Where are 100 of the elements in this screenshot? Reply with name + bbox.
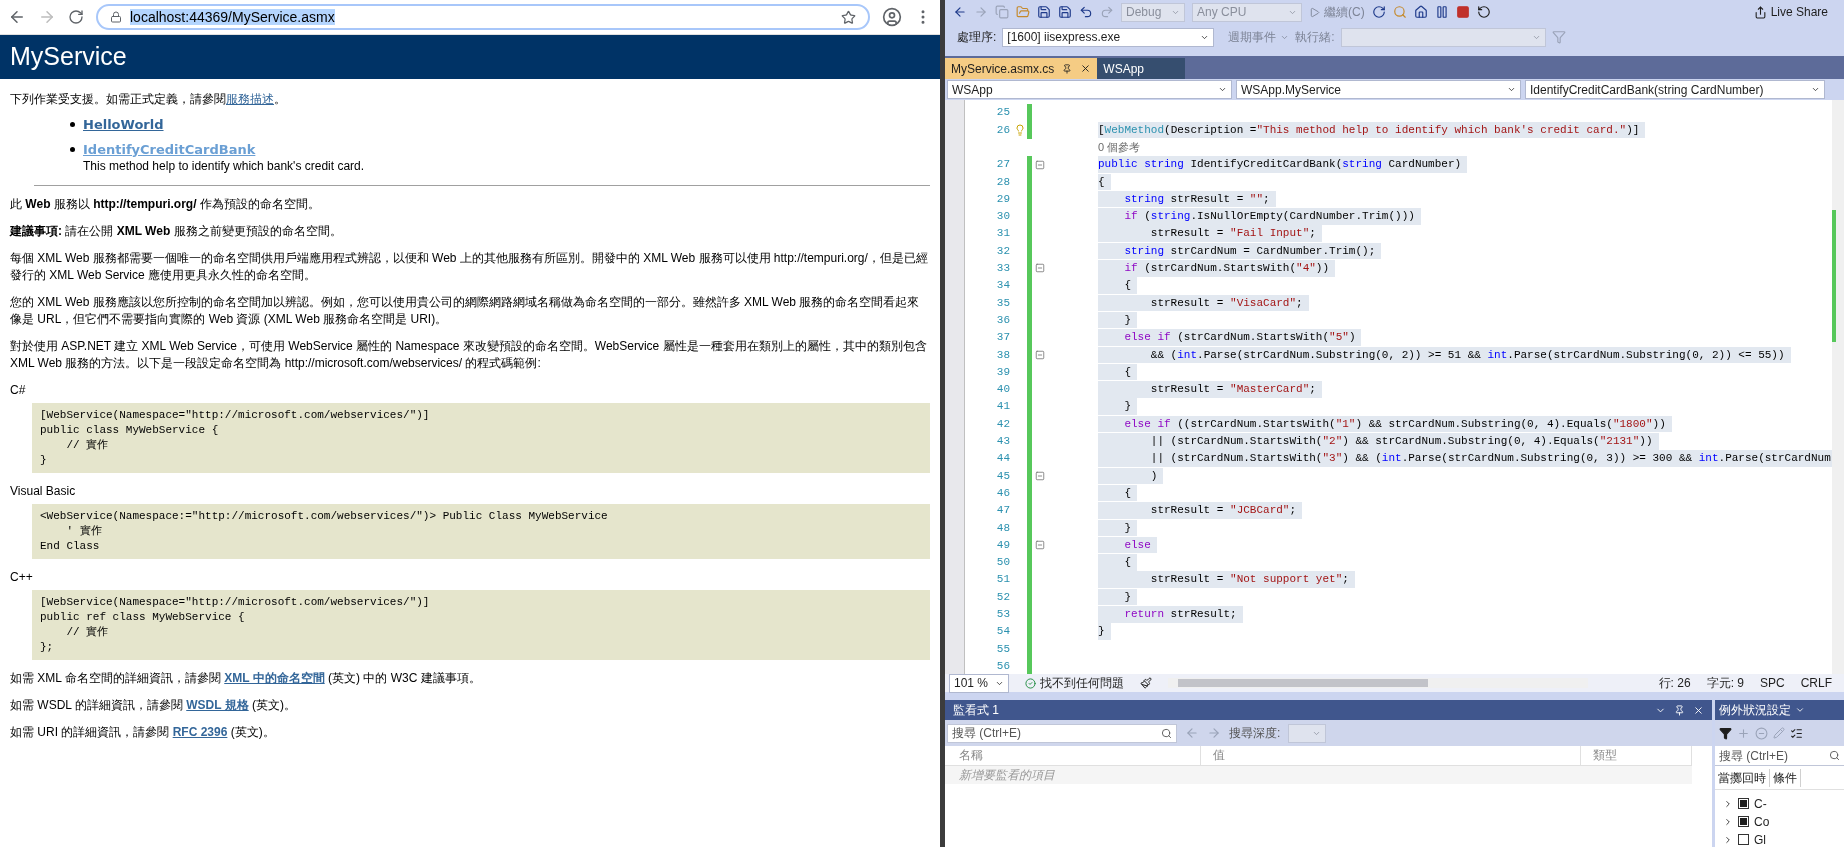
- column-header[interactable]: 類型: [1581, 746, 1692, 765]
- collapse-icon[interactable]: [1035, 470, 1045, 481]
- line-number: 26: [996, 123, 1010, 136]
- save-all-icon[interactable]: [1058, 5, 1072, 19]
- refresh-icon[interactable]: [1371, 5, 1386, 19]
- remove-icon: [1755, 726, 1768, 740]
- line-number: 45: [996, 469, 1010, 482]
- code-sample: [WebService(Namespace="http://microsoft.com/webservices/")] public ref class MyWebService { // 實作 };: [32, 590, 930, 660]
- expand-icon[interactable]: [1723, 834, 1733, 845]
- service-description-link[interactable]: 服務描述: [226, 92, 274, 106]
- column-indicator: 字元: 9: [1706, 675, 1744, 692]
- intro-text: 下列作業受支援。如需正式定義，請參閱服務描述。: [10, 91, 287, 108]
- filter-icon[interactable]: [1719, 726, 1732, 740]
- line-number: 48: [996, 521, 1010, 534]
- process-dropdown[interactable]: [1600] iisexpress.exe: [1002, 27, 1215, 47]
- list-icon[interactable]: [1790, 726, 1803, 740]
- line-number: 30: [996, 210, 1010, 223]
- expand-icon[interactable]: [1723, 816, 1733, 827]
- column-header[interactable]: 名稱: [945, 746, 1201, 765]
- reference-text: 如需 URI 的詳細資訊，請參閱 RFC 2396 (英文)。: [10, 724, 276, 741]
- exception-category[interactable]: C-: [1754, 794, 1767, 813]
- pause-icon[interactable]: [1434, 5, 1449, 19]
- forward-icon: [1207, 726, 1221, 740]
- issues-status[interactable]: 找不到任何問題: [1025, 674, 1124, 692]
- brush-icon[interactable]: [1140, 677, 1152, 689]
- collapse-icon[interactable]: [1035, 349, 1045, 360]
- language-label: C++: [10, 569, 34, 586]
- address-bar[interactable]: localhost:44369/MyService.asmx: [96, 4, 870, 30]
- stop-icon[interactable]: [1455, 5, 1470, 19]
- line-number: 44: [996, 452, 1010, 465]
- edit-icon: [1773, 727, 1785, 739]
- operation-description: This method help to identify which bank's credit card.: [83, 158, 365, 175]
- document-tab[interactable]: WSApp: [1097, 58, 1186, 79]
- exception-checkbox[interactable]: [1738, 834, 1749, 845]
- service-title: MyService: [10, 41, 127, 73]
- navigation-dropdown[interactable]: WSApp.MyService: [1236, 80, 1521, 99]
- close-icon[interactable]: [1080, 63, 1092, 74]
- watch-search-field[interactable]: 搜尋 (Ctrl+E): [947, 723, 1177, 743]
- back-icon[interactable]: [8, 8, 26, 26]
- vertical-scrollbar[interactable]: [1832, 100, 1844, 674]
- line-number: 27: [996, 158, 1010, 171]
- search-icon: [1161, 727, 1172, 739]
- pin-icon[interactable]: [1062, 63, 1073, 74]
- filter-icon: [1551, 30, 1566, 44]
- line-number: 50: [996, 556, 1010, 569]
- exceptions-search-field[interactable]: 搜尋 (Ctrl+E): [1715, 746, 1844, 766]
- live-share-button[interactable]: Live Share: [1753, 3, 1836, 21]
- lock-icon: [110, 11, 122, 23]
- line-number: 40: [996, 383, 1010, 396]
- line-number: 25: [996, 106, 1010, 119]
- check-icon: [1025, 677, 1036, 689]
- reference-link[interactable]: XML 中的命名空間: [224, 671, 325, 685]
- exception-checkbox[interactable]: [1738, 798, 1749, 809]
- reload-icon[interactable]: [68, 9, 84, 25]
- save-icon[interactable]: [1037, 5, 1051, 19]
- operation-link[interactable]: HelloWorld: [83, 116, 164, 133]
- exception-category[interactable]: Gl: [1754, 830, 1766, 847]
- pin-icon[interactable]: [1674, 704, 1685, 716]
- line-number: 36: [996, 313, 1010, 326]
- expand-icon[interactable]: [1723, 798, 1733, 809]
- document-tab[interactable]: MyService.asmx.cs: [945, 58, 1098, 79]
- line-number: 39: [996, 365, 1010, 378]
- restart-icon[interactable]: [1476, 5, 1491, 19]
- account-icon[interactable]: [882, 7, 902, 27]
- navigation-dropdown[interactable]: IdentifyCreditCardBank(string CardNumber): [1525, 80, 1825, 99]
- collapse-icon[interactable]: [1035, 159, 1045, 170]
- column-header[interactable]: 當擲回時: [1715, 768, 1770, 787]
- back-icon: [1185, 726, 1199, 740]
- line-number: 53: [996, 608, 1010, 620]
- line-number: 32: [996, 244, 1010, 257]
- collapse-icon[interactable]: [1035, 263, 1045, 274]
- reference-link[interactable]: RFC 2396: [172, 725, 228, 739]
- reference-count[interactable]: 0 個參考: [1098, 138, 1147, 156]
- navigation-dropdown[interactable]: WSApp: [947, 80, 1232, 99]
- add-icon: [1737, 726, 1750, 740]
- exceptions-title-bar: 例外狀況設定: [1715, 700, 1844, 720]
- exception-checkbox[interactable]: [1738, 816, 1749, 827]
- line-number: 54: [996, 625, 1010, 638]
- undo-icon[interactable]: [1079, 5, 1093, 19]
- bullet-icon: [70, 122, 75, 127]
- line-number: 49: [996, 538, 1010, 551]
- search-depth-label: 搜尋深度:: [1229, 725, 1281, 742]
- line-number: 34: [996, 279, 1010, 292]
- line-number: 51: [996, 573, 1010, 586]
- line-number: 52: [996, 590, 1010, 603]
- url-text: localhost:44369/MyService.asmx: [130, 7, 336, 27]
- bookmark-star-icon[interactable]: [841, 9, 856, 25]
- line-number: 28: [996, 175, 1010, 188]
- reference-link[interactable]: WSDL 規格: [186, 698, 249, 712]
- play-icon: [1309, 6, 1320, 18]
- line-number: 47: [996, 504, 1010, 517]
- collapse-icon[interactable]: [1035, 540, 1045, 551]
- column-header[interactable]: 值: [1201, 746, 1581, 765]
- line-ending-indicator: CRLF: [1800, 675, 1833, 692]
- close-icon[interactable]: [1693, 704, 1704, 716]
- navigate-back-icon[interactable]: [953, 5, 967, 19]
- horizontal-scrollbar[interactable]: [1168, 678, 1588, 688]
- spacing-indicator: SPC: [1759, 675, 1785, 692]
- column-header[interactable]: 條件: [1770, 768, 1801, 787]
- exception-category[interactable]: Co: [1754, 812, 1770, 831]
